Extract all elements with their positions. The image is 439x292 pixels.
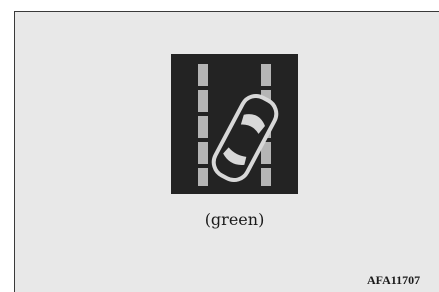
indicator-color-caption: (green) <box>204 210 265 229</box>
lane-departure-warning-icon <box>198 64 279 186</box>
figure-frame: (green) AFA11707 <box>14 11 439 292</box>
figure-code: AFA11707 <box>367 273 421 287</box>
lane-indicator-panel <box>171 54 298 194</box>
left-lane-marking <box>198 64 208 186</box>
